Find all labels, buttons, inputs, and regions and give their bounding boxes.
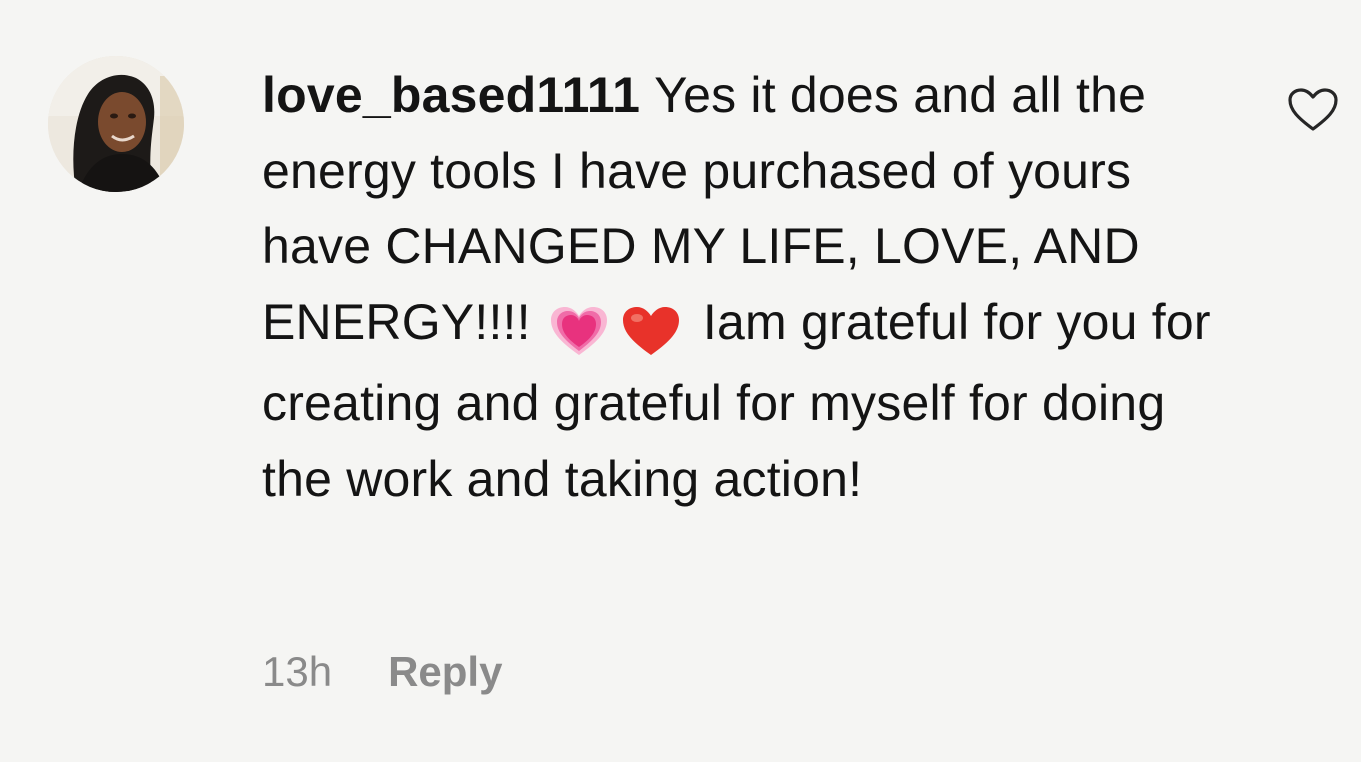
growing-heart-icon: [549, 291, 609, 367]
comment-meta: 13h Reply: [262, 648, 502, 696]
username[interactable]: love_based1111: [262, 67, 640, 123]
comment-text: love_based1111 Yes it does and all the en…: [262, 58, 1222, 517]
avatar[interactable]: [48, 56, 184, 192]
avatar-image: [48, 56, 184, 192]
reply-button[interactable]: Reply: [388, 648, 502, 696]
red-heart-icon: [621, 291, 681, 367]
timestamp: 13h: [262, 648, 333, 695]
comment: love_based1111 Yes it does and all the en…: [0, 0, 1361, 762]
heart-outline-icon[interactable]: [1286, 86, 1340, 134]
